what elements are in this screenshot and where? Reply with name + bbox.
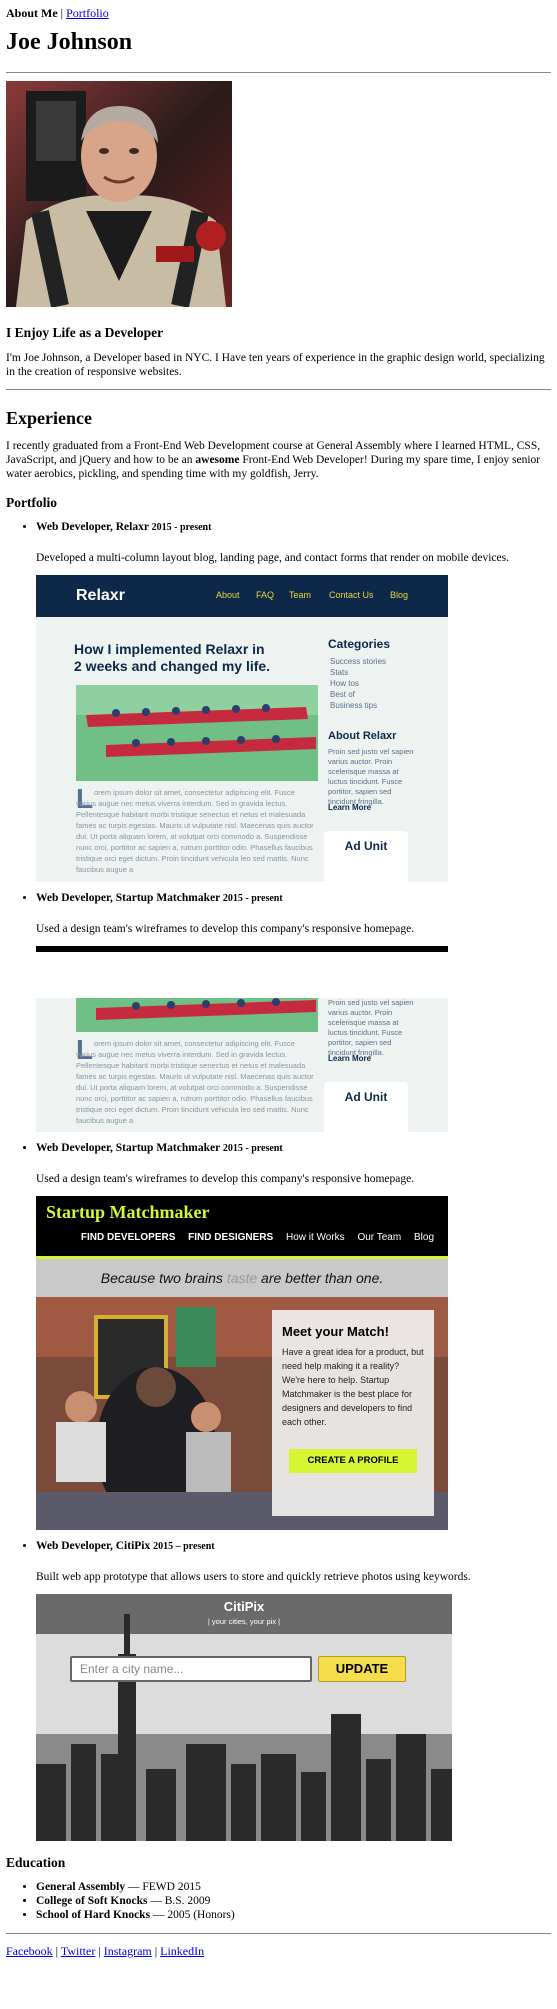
relaxr-categories-title: Categories (328, 637, 391, 651)
matchmaker-nav: FIND DEVELOPERS FIND DESIGNERS How it Wo… (81, 1232, 434, 1243)
job-title: Web Developer, Startup Matchmaker 2015 -… (36, 1142, 283, 1154)
instagram-link[interactable]: Instagram (104, 1944, 152, 1958)
job-description: Developed a multi-column layout blog, la… (36, 552, 509, 564)
relaxr-nav-faq: FAQ (256, 590, 275, 600)
relaxr-article-image-fragment (76, 998, 318, 1032)
job-description: Built web app prototype that allows user… (36, 1571, 471, 1583)
citipix-tagline: | your cities, your pix | (207, 1617, 281, 1626)
citipix-screenshot: CitiPix | your cities, your pix | Enter … (36, 1594, 452, 1841)
matchmaker-nav-item: How it Works (285, 1232, 345, 1243)
matchmaker-card-title: Meet your Match! (282, 1324, 389, 1339)
matchmaker-nav-item: FIND DESIGNERS (188, 1232, 274, 1243)
list-item: Web Developer, CitiPix 2015 – present Bu… (36, 1540, 551, 1841)
matchmaker-logo: Startup Matchmaker (46, 1202, 210, 1222)
relaxr-article-image (76, 685, 318, 781)
relaxr-category-item: Best of (330, 690, 355, 699)
matchmaker-banner: Because two brains taste are better than… (36, 1259, 448, 1297)
relaxr-about-text: Proin sed justo vel sapien varius auctor… (328, 998, 414, 1057)
update-button: UPDATE (318, 1656, 406, 1682)
city-search-input: Enter a city name... (70, 1656, 312, 1682)
list-item: Web Developer, Startup Matchmaker 2015 -… (36, 892, 551, 1132)
facebook-link[interactable]: Facebook (6, 1944, 53, 1958)
citipix-logo: CitiPix (223, 1599, 265, 1614)
job-description: Used a design team's wireframes to devel… (36, 1173, 415, 1185)
divider (6, 72, 551, 73)
relaxr-ad-label: Ad Unit (344, 839, 388, 853)
relaxr-nav-blog: Blog (390, 590, 409, 600)
relaxr-learn-more: Learn More (328, 1054, 372, 1063)
tagline-heading: I Enjoy Life as a Developer (6, 325, 164, 340)
relaxr-ad-unit: Ad Unit (324, 1082, 408, 1132)
job-title: Web Developer, Relaxr 2015 - present (36, 521, 212, 533)
twitter-link[interactable]: Twitter (61, 1944, 95, 1958)
create-profile-button: CREATE A PROFILE (289, 1449, 417, 1473)
intro-text: I'm Joe Johnson, a Developer based in NY… (6, 352, 545, 378)
linkedin-link[interactable]: LinkedIn (160, 1944, 204, 1958)
relaxr-body-text: orem ipsum dolor sit amet, consectetur a… (76, 788, 314, 874)
relaxr-ad-label: Ad Unit (344, 1090, 388, 1104)
education-heading: Education (6, 1855, 66, 1870)
relaxr-nav-contact: Contact Us (329, 590, 374, 600)
list-item: Web Developer, Relaxr 2015 - present Dev… (36, 521, 551, 882)
footer-links: Facebook | Twitter | Instagram | LinkedI… (6, 1944, 551, 1959)
relaxr-categories-list: Success stories Stats How tos Best of Bu… (330, 656, 386, 711)
relaxr-about-text: Proin sed justo vel sapien varius auctor… (328, 747, 414, 806)
citipix-skyline (36, 1594, 452, 1841)
experience-text: I recently graduated from a Front-End We… (6, 440, 541, 480)
top-nav: About Me | Portfolio (6, 6, 551, 21)
nav-separator: | (60, 6, 64, 20)
relaxr-nav-about: About (216, 590, 240, 600)
matchmaker-nav-item: FIND DEVELOPERS (80, 1232, 176, 1243)
matchmaker-card-text: Have a great idea for a product, but nee… (282, 1347, 424, 1427)
relaxr-screenshot-fragment: Proin sed justo vel sapien varius auctor… (36, 998, 448, 1132)
nav-portfolio-link[interactable]: Portfolio (66, 6, 109, 20)
footer-separator: | (154, 1944, 158, 1958)
relaxr-nav-team: Team (289, 590, 312, 600)
list-item: Web Developer, Startup Matchmaker 2015 -… (36, 1142, 551, 1530)
matchmaker-nav-item: Our Team (357, 1232, 402, 1243)
list-item: School of Hard Knocks — 2005 (Honors) (36, 1909, 551, 1921)
relaxr-logo: Relaxr (76, 587, 125, 604)
portfolio-heading: Portfolio (6, 495, 57, 510)
matchmaker-nav-item: Blog (413, 1232, 434, 1243)
experience-heading: Experience (6, 408, 92, 428)
portfolio-list: Web Developer, Relaxr 2015 - present Dev… (6, 521, 551, 1841)
list-item: College of Soft Knocks — B.S. 2009 (36, 1895, 551, 1907)
relaxr-category-item: Stats (330, 668, 349, 677)
footer-separator: | (55, 1944, 59, 1958)
relaxr-headline: How I implemented Relaxr in 2 weeks and … (74, 641, 271, 674)
divider (6, 1933, 551, 1934)
education-list: General Assembly — FEWD 2015 College of … (6, 1881, 551, 1921)
footer-separator: | (98, 1944, 101, 1958)
relaxr-learn-more: Learn More (328, 803, 372, 812)
relaxr-screenshot: Relaxr About FAQ Team Contact Us Blog Ho… (36, 575, 448, 882)
relaxr-about-title: About Relaxr (328, 730, 397, 742)
relaxr-ad-unit: Ad Unit (324, 831, 408, 882)
divider (6, 389, 551, 390)
job-title: Web Developer, Startup Matchmaker 2015 -… (36, 892, 283, 904)
job-description: Used a design team's wireframes to devel… (36, 923, 415, 935)
matchmaker-card: Meet your Match! Have a great idea for a… (272, 1310, 434, 1516)
nav-current: About Me (6, 6, 58, 20)
relaxr-category-item: How tos (330, 679, 359, 688)
page-title: Joe Johnson (6, 29, 133, 55)
relaxr-body-text: orem ipsum dolor sit amet, consectetur a… (76, 1039, 314, 1125)
profile-photo (6, 81, 232, 307)
job-title: Web Developer, CitiPix 2015 – present (36, 1540, 215, 1552)
relaxr-header: Relaxr About FAQ Team Contact Us Blog (36, 575, 448, 617)
relaxr-category-item: Success stories (330, 657, 387, 666)
list-item: General Assembly — FEWD 2015 (36, 1881, 551, 1893)
matchmaker-screenshot: Startup Matchmaker FIND DEVELOPERS FIND … (36, 1196, 448, 1530)
relaxr-category-item: Business tips (330, 701, 378, 710)
